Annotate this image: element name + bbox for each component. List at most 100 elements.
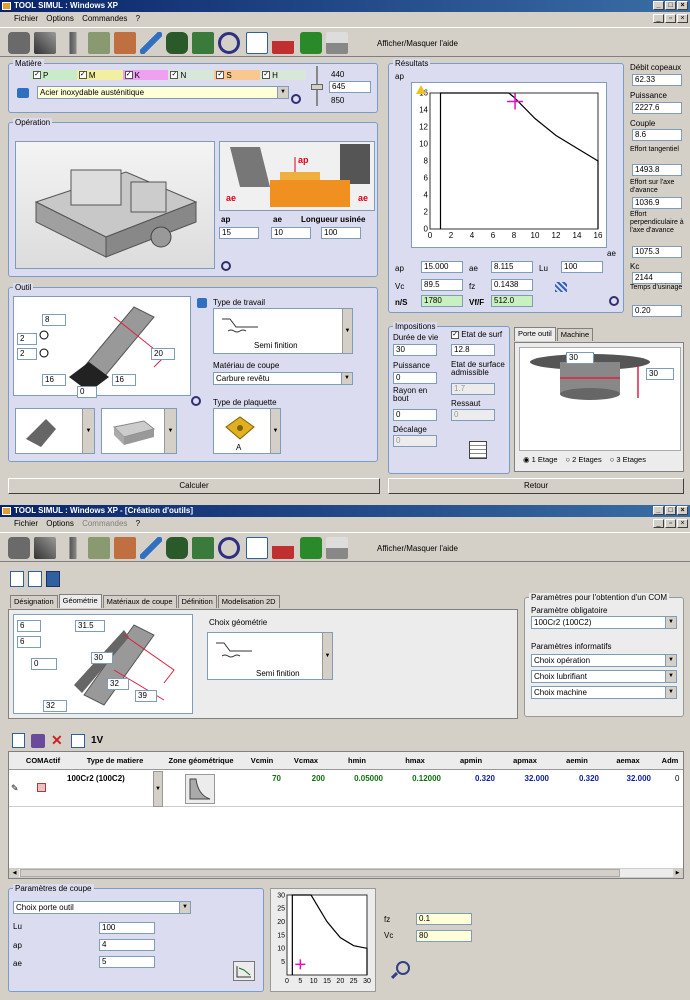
materiau-select[interactable]: Carbure revêtu ▼ <box>213 372 353 385</box>
row-vcmin[interactable]: 70 <box>241 774 281 783</box>
tool-type-select[interactable]: ▼ <box>101 408 177 454</box>
maximize-button[interactable]: □ <box>665 1 676 10</box>
holder-dim-2[interactable]: 30 <box>646 368 674 380</box>
res-lu[interactable]: 100 <box>561 261 603 273</box>
mdi-restore-button[interactable]: ▫ <box>665 14 676 23</box>
side-value-3[interactable]: 1493.8 <box>632 164 682 176</box>
oblig-select[interactable]: 100Cr2 (100C2) ▼ <box>531 616 677 629</box>
menu-help-2[interactable]: ? <box>136 519 140 528</box>
etat-checkbox[interactable]: ✓ <box>451 330 459 339</box>
hdr-zone[interactable]: Zone géométrique <box>163 756 239 765</box>
tab-geometrie[interactable]: Géométrie <box>58 594 102 608</box>
minimize-button-2[interactable]: _ <box>653 506 664 515</box>
row-adm[interactable]: 0 <box>675 774 679 783</box>
fz-input[interactable]: 0.1 <box>416 913 472 925</box>
search-tool-icon-2[interactable] <box>191 396 201 406</box>
mdi-restore-button-2[interactable]: ▫ <box>665 519 676 528</box>
puissance-input[interactable]: 0 <box>393 372 437 384</box>
grid-horizontal-scrollbar[interactable]: ◀ ▶ <box>9 868 683 878</box>
tool-dim-d[interactable]: 20 <box>151 348 175 360</box>
mdi-close-button-2[interactable]: × <box>677 519 688 528</box>
menu-fichier-2[interactable]: Fichier <box>14 519 38 528</box>
end-mill-icon[interactable] <box>62 32 84 54</box>
hdr-apmin[interactable]: apmin <box>445 756 497 765</box>
table-row[interactable]: ✎ 100Cr2 (100C2) ▼ 70 200 0.05000 0.1200… <box>9 771 683 807</box>
side-value-7[interactable]: 0.20 <box>632 305 682 317</box>
edit-row-icon[interactable] <box>31 733 45 748</box>
type-travail-select[interactable]: Semi finition ▼ <box>213 308 353 354</box>
eraser-icon-2[interactable] <box>272 537 294 559</box>
length-input[interactable]: 100 <box>321 227 361 239</box>
hdr-vcmax[interactable]: Vcmax <box>285 756 327 765</box>
geo-dim-h[interactable]: 39 <box>135 690 157 702</box>
drill-tool-icon-2[interactable] <box>34 537 56 559</box>
toggle-help-label-2[interactable]: Afficher/Masquer l'aide <box>377 544 458 553</box>
search-tool-icon-3[interactable] <box>218 537 240 559</box>
hdr-vcmin[interactable]: Vcmin <box>241 756 283 765</box>
add-tool-icon[interactable] <box>192 32 214 54</box>
etat-adm-input[interactable]: 1.7 <box>451 383 495 395</box>
vise-tool-icon[interactable] <box>8 32 30 54</box>
holder-dim-1[interactable]: 30 <box>566 352 594 364</box>
tab-materiaux[interactable]: Matériaux de coupe <box>102 595 177 608</box>
rayon-input[interactable]: 0 <box>393 409 437 421</box>
tab-modelisation[interactable]: Modelisation 2D <box>217 595 280 608</box>
version-label[interactable]: 1V <box>91 735 103 746</box>
side-value-5[interactable]: 1075.3 <box>632 246 682 258</box>
print-icon-2[interactable] <box>326 537 348 559</box>
copy-row-icon[interactable] <box>71 733 85 748</box>
drill-tool-icon[interactable] <box>34 32 56 54</box>
tool-holder-select[interactable]: ▼ <box>15 408 95 454</box>
hdr-type[interactable]: Type de matiere <box>67 756 163 765</box>
flag-s[interactable]: ✓ S <box>214 70 261 80</box>
hdr-comactif[interactable]: COMActif <box>21 756 65 765</box>
mdi-minimize-button[interactable]: _ <box>653 14 664 23</box>
side-value-4[interactable]: 1036.9 <box>632 197 682 209</box>
radio-3-etages[interactable]: ○ 3 Etages <box>610 455 646 464</box>
hardness-slider[interactable] <box>311 66 323 106</box>
pen-icon-2[interactable] <box>140 537 162 559</box>
save-icon[interactable] <box>46 571 60 587</box>
tool-dim-e[interactable]: 16 <box>42 374 66 386</box>
mdi-minimize-button-2[interactable]: _ <box>653 519 664 528</box>
geo-dim-b[interactable]: 6 <box>17 636 41 648</box>
vise-tool-icon-2[interactable] <box>8 537 30 559</box>
add-row-icon[interactable] <box>12 733 25 748</box>
row-hmin[interactable]: 0.05000 <box>329 774 383 783</box>
menu-commandes-2[interactable]: Commandes <box>82 519 127 528</box>
radio-1-etage[interactable]: ◉ 1 Etage <box>523 455 558 464</box>
tool-dim-c[interactable]: 2 <box>17 348 37 360</box>
tab-definition[interactable]: Définition <box>177 595 217 608</box>
person-icon-2[interactable] <box>114 537 136 559</box>
menu-commandes[interactable]: Commandes <box>82 14 127 23</box>
material-select[interactable]: Acier inoxydable austénitique ▼ <box>37 86 289 99</box>
part-icon-2[interactable] <box>88 537 110 559</box>
chart-toggle-icon[interactable] <box>233 961 255 981</box>
side-value-6[interactable]: 2144 <box>632 272 682 284</box>
copy-file-icon[interactable] <box>28 571 42 587</box>
radio-2-etages[interactable]: ○ 2 Etages <box>566 455 602 464</box>
res-ae[interactable]: 8.115 <box>491 261 533 273</box>
flag-p[interactable]: ✓ P <box>31 70 77 80</box>
side-value-2[interactable]: 8.6 <box>632 129 682 141</box>
flag-n[interactable]: ✓ N <box>168 70 215 80</box>
geo-dim-a[interactable]: 6 <box>17 620 41 632</box>
tab-porte-outil[interactable]: Porte outil <box>514 327 556 341</box>
hardness-input[interactable]: 645 <box>329 81 371 93</box>
hdr-aemin[interactable]: aemin <box>553 756 601 765</box>
zoom-icon[interactable] <box>396 961 410 975</box>
res-vff[interactable]: 512.0 <box>491 295 533 307</box>
eraser-icon[interactable] <box>272 32 294 54</box>
row-type-dropdown[interactable]: ▼ <box>153 771 163 807</box>
row-type[interactable]: 100Cr2 (100C2) <box>67 774 125 783</box>
duree-input[interactable]: 30 <box>393 344 437 356</box>
mdi-close-button[interactable]: × <box>677 14 688 23</box>
hdr-adm[interactable]: Adm <box>655 756 683 765</box>
res-fz[interactable]: 0.1438 <box>491 279 533 291</box>
tab-machine[interactable]: Machine <box>556 328 594 341</box>
coupe-ap-input[interactable]: 4 <box>99 939 155 951</box>
hdr-hmax[interactable]: hmax <box>387 756 443 765</box>
milling-head-icon[interactable] <box>166 32 188 54</box>
row-aemin[interactable]: 0.320 <box>553 774 599 783</box>
res-ap[interactable]: 15.000 <box>421 261 463 273</box>
